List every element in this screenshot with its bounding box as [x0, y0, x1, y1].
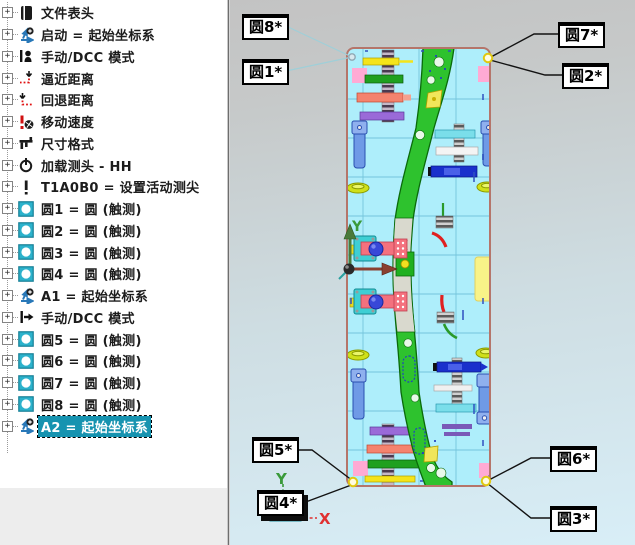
tree-item[interactable]: + 圆8 = 圆 (触测)	[0, 394, 227, 416]
tree-item-label[interactable]: 尺寸格式	[38, 133, 97, 154]
tree-item-label[interactable]: 加载测头 - HH	[38, 155, 135, 176]
tree-item-label[interactable]: 圆5 = 圆 (触测)	[38, 329, 145, 350]
feature-callout[interactable]: 圆6*	[550, 446, 597, 472]
feature-callout[interactable]: 圆4*	[257, 490, 304, 516]
tree-item[interactable]: + 尺寸格式	[0, 133, 227, 155]
file-header-icon	[18, 5, 34, 21]
tree-item[interactable]: + 文件表头	[0, 2, 227, 24]
tree-item[interactable]: + 启动 = 起始坐标系	[0, 24, 227, 46]
circle-feature-icon	[18, 201, 34, 217]
expand-toggle[interactable]: +	[2, 51, 13, 62]
dcc-mode-icon	[18, 309, 34, 325]
feature-callout[interactable]: 圆3*	[550, 506, 597, 532]
tree-item-label[interactable]: A2 = 起始坐标系	[38, 416, 151, 437]
circle-feature-icon	[18, 331, 34, 347]
circle-feature-icon	[18, 266, 34, 282]
alignment-icon	[18, 288, 34, 304]
alignment-icon	[18, 418, 34, 434]
expand-toggle[interactable]: +	[2, 116, 13, 127]
tree-item[interactable]: + 圆6 = 圆 (触测)	[0, 350, 227, 372]
feature-callout[interactable]: 圆1*	[242, 59, 289, 85]
circle-feature-icon	[18, 244, 34, 260]
tree-item[interactable]: + 圆7 = 圆 (触测)	[0, 372, 227, 394]
command-tree-panel: + 文件表头 + 启动 = 起始坐标系 + 手动/DCC 模式 + 逼近距离 + 回退距离 + 移动速…	[0, 0, 227, 545]
expand-toggle[interactable]: +	[2, 268, 13, 279]
expand-toggle[interactable]: +	[2, 312, 13, 323]
tree-item-label[interactable]: 文件表头	[38, 2, 97, 23]
expand-toggle[interactable]: +	[2, 247, 13, 258]
circle-feature-icon	[18, 222, 34, 238]
expand-toggle[interactable]: +	[2, 355, 13, 366]
tree-item-label[interactable]: 圆3 = 圆 (触测)	[38, 242, 145, 263]
tree-item-label[interactable]: T1A0B0 = 设置活动测尖	[38, 176, 202, 197]
expand-toggle[interactable]: +	[2, 94, 13, 105]
approach-distance-icon	[18, 70, 34, 86]
circle-feature-icon	[18, 353, 34, 369]
retract-distance-icon	[18, 92, 34, 108]
tree-item[interactable]: + A1 = 起始坐标系	[0, 285, 227, 307]
expand-toggle[interactable]: +	[2, 334, 13, 345]
tree-item[interactable]: + 圆1 = 圆 (触测)	[0, 198, 227, 220]
expand-toggle[interactable]: +	[2, 203, 13, 214]
tree-item-label[interactable]: 手动/DCC 模式	[38, 46, 138, 67]
tree-item-label[interactable]: A1 = 起始坐标系	[38, 285, 151, 306]
cmm-app-window: + 文件表头 + 启动 = 起始坐标系 + 手动/DCC 模式 + 逼近距离 + 回退距离 + 移动速…	[0, 0, 635, 545]
tree-item-label[interactable]: 回退距离	[38, 89, 97, 110]
yellow-pad	[475, 257, 494, 301]
alignment-icon	[18, 27, 34, 43]
center-y-axis-label: Y	[351, 219, 363, 235]
tree-item-label[interactable]: 移动速度	[38, 111, 97, 132]
tree-item[interactable]: + 圆3 = 圆 (触测)	[0, 241, 227, 263]
command-tree[interactable]: + 文件表头 + 启动 = 起始坐标系 + 手动/DCC 模式 + 逼近距离 + 回退距离 + 移动速…	[0, 0, 227, 488]
move-speed-icon	[18, 114, 34, 130]
tree-item[interactable]: + 加载测头 - HH	[0, 154, 227, 176]
tree-item-label[interactable]: 逼近距离	[38, 68, 97, 89]
tree-item-label[interactable]: 圆2 = 圆 (触测)	[38, 220, 145, 241]
expand-toggle[interactable]: +	[2, 29, 13, 40]
tree-item[interactable]: + 逼近距离	[0, 67, 227, 89]
dimension-format-icon	[18, 135, 34, 151]
graphics-view[interactable]: Y Y X	[230, 0, 635, 545]
expand-toggle[interactable]: +	[2, 377, 13, 388]
tree-item[interactable]: + 移动速度	[0, 111, 227, 133]
expand-toggle[interactable]: +	[2, 73, 13, 84]
expand-toggle[interactable]: +	[2, 290, 13, 301]
tree-item-label[interactable]: 圆7 = 圆 (触测)	[38, 372, 145, 393]
expand-toggle[interactable]: +	[2, 7, 13, 18]
expand-toggle[interactable]: +	[2, 421, 13, 432]
tree-item-label[interactable]: 圆4 = 圆 (触测)	[38, 263, 145, 284]
origin-y-axis-label: Y	[275, 470, 288, 488]
circle-feature-icon	[18, 375, 34, 391]
tree-item[interactable]: + 圆5 = 圆 (触测)	[0, 328, 227, 350]
load-probe-icon	[18, 157, 34, 173]
tree-item-label[interactable]: 圆6 = 圆 (触测)	[38, 350, 145, 371]
tree-item[interactable]: + 圆4 = 圆 (触测)	[0, 263, 227, 285]
probe-tip-icon	[18, 179, 34, 195]
expand-toggle[interactable]: +	[2, 160, 13, 171]
feature-callout[interactable]: 圆8*	[242, 14, 289, 40]
tree-item[interactable]: + T1A0B0 = 设置活动测尖	[0, 176, 227, 198]
tree-item-label[interactable]: 圆1 = 圆 (触测)	[38, 198, 145, 219]
expand-toggle[interactable]: +	[2, 138, 13, 149]
expand-toggle[interactable]: +	[2, 181, 13, 192]
feature-callout[interactable]: 圆5*	[252, 437, 299, 463]
expand-toggle[interactable]: +	[2, 225, 13, 236]
tree-item[interactable]: + 手动/DCC 模式	[0, 307, 227, 329]
tree-item-label[interactable]: 手动/DCC 模式	[38, 307, 138, 328]
origin-x-axis-label: X	[319, 510, 331, 528]
tree-item[interactable]: + 圆2 = 圆 (触测)	[0, 220, 227, 242]
manual-mode-icon	[18, 48, 34, 64]
circle-feature-icon	[18, 396, 34, 412]
tree-item[interactable]: + 手动/DCC 模式	[0, 46, 227, 68]
feature-callout[interactable]: 圆7*	[558, 22, 605, 48]
tree-item[interactable]: + A2 = 起始坐标系	[0, 415, 227, 437]
tree-item-label[interactable]: 圆8 = 圆 (触测)	[38, 394, 145, 415]
expand-toggle[interactable]: +	[2, 399, 13, 410]
tree-item-label[interactable]: 启动 = 起始坐标系	[38, 24, 158, 45]
feature-callout[interactable]: 圆2*	[562, 63, 609, 89]
tree-item[interactable]: + 回退距离	[0, 89, 227, 111]
